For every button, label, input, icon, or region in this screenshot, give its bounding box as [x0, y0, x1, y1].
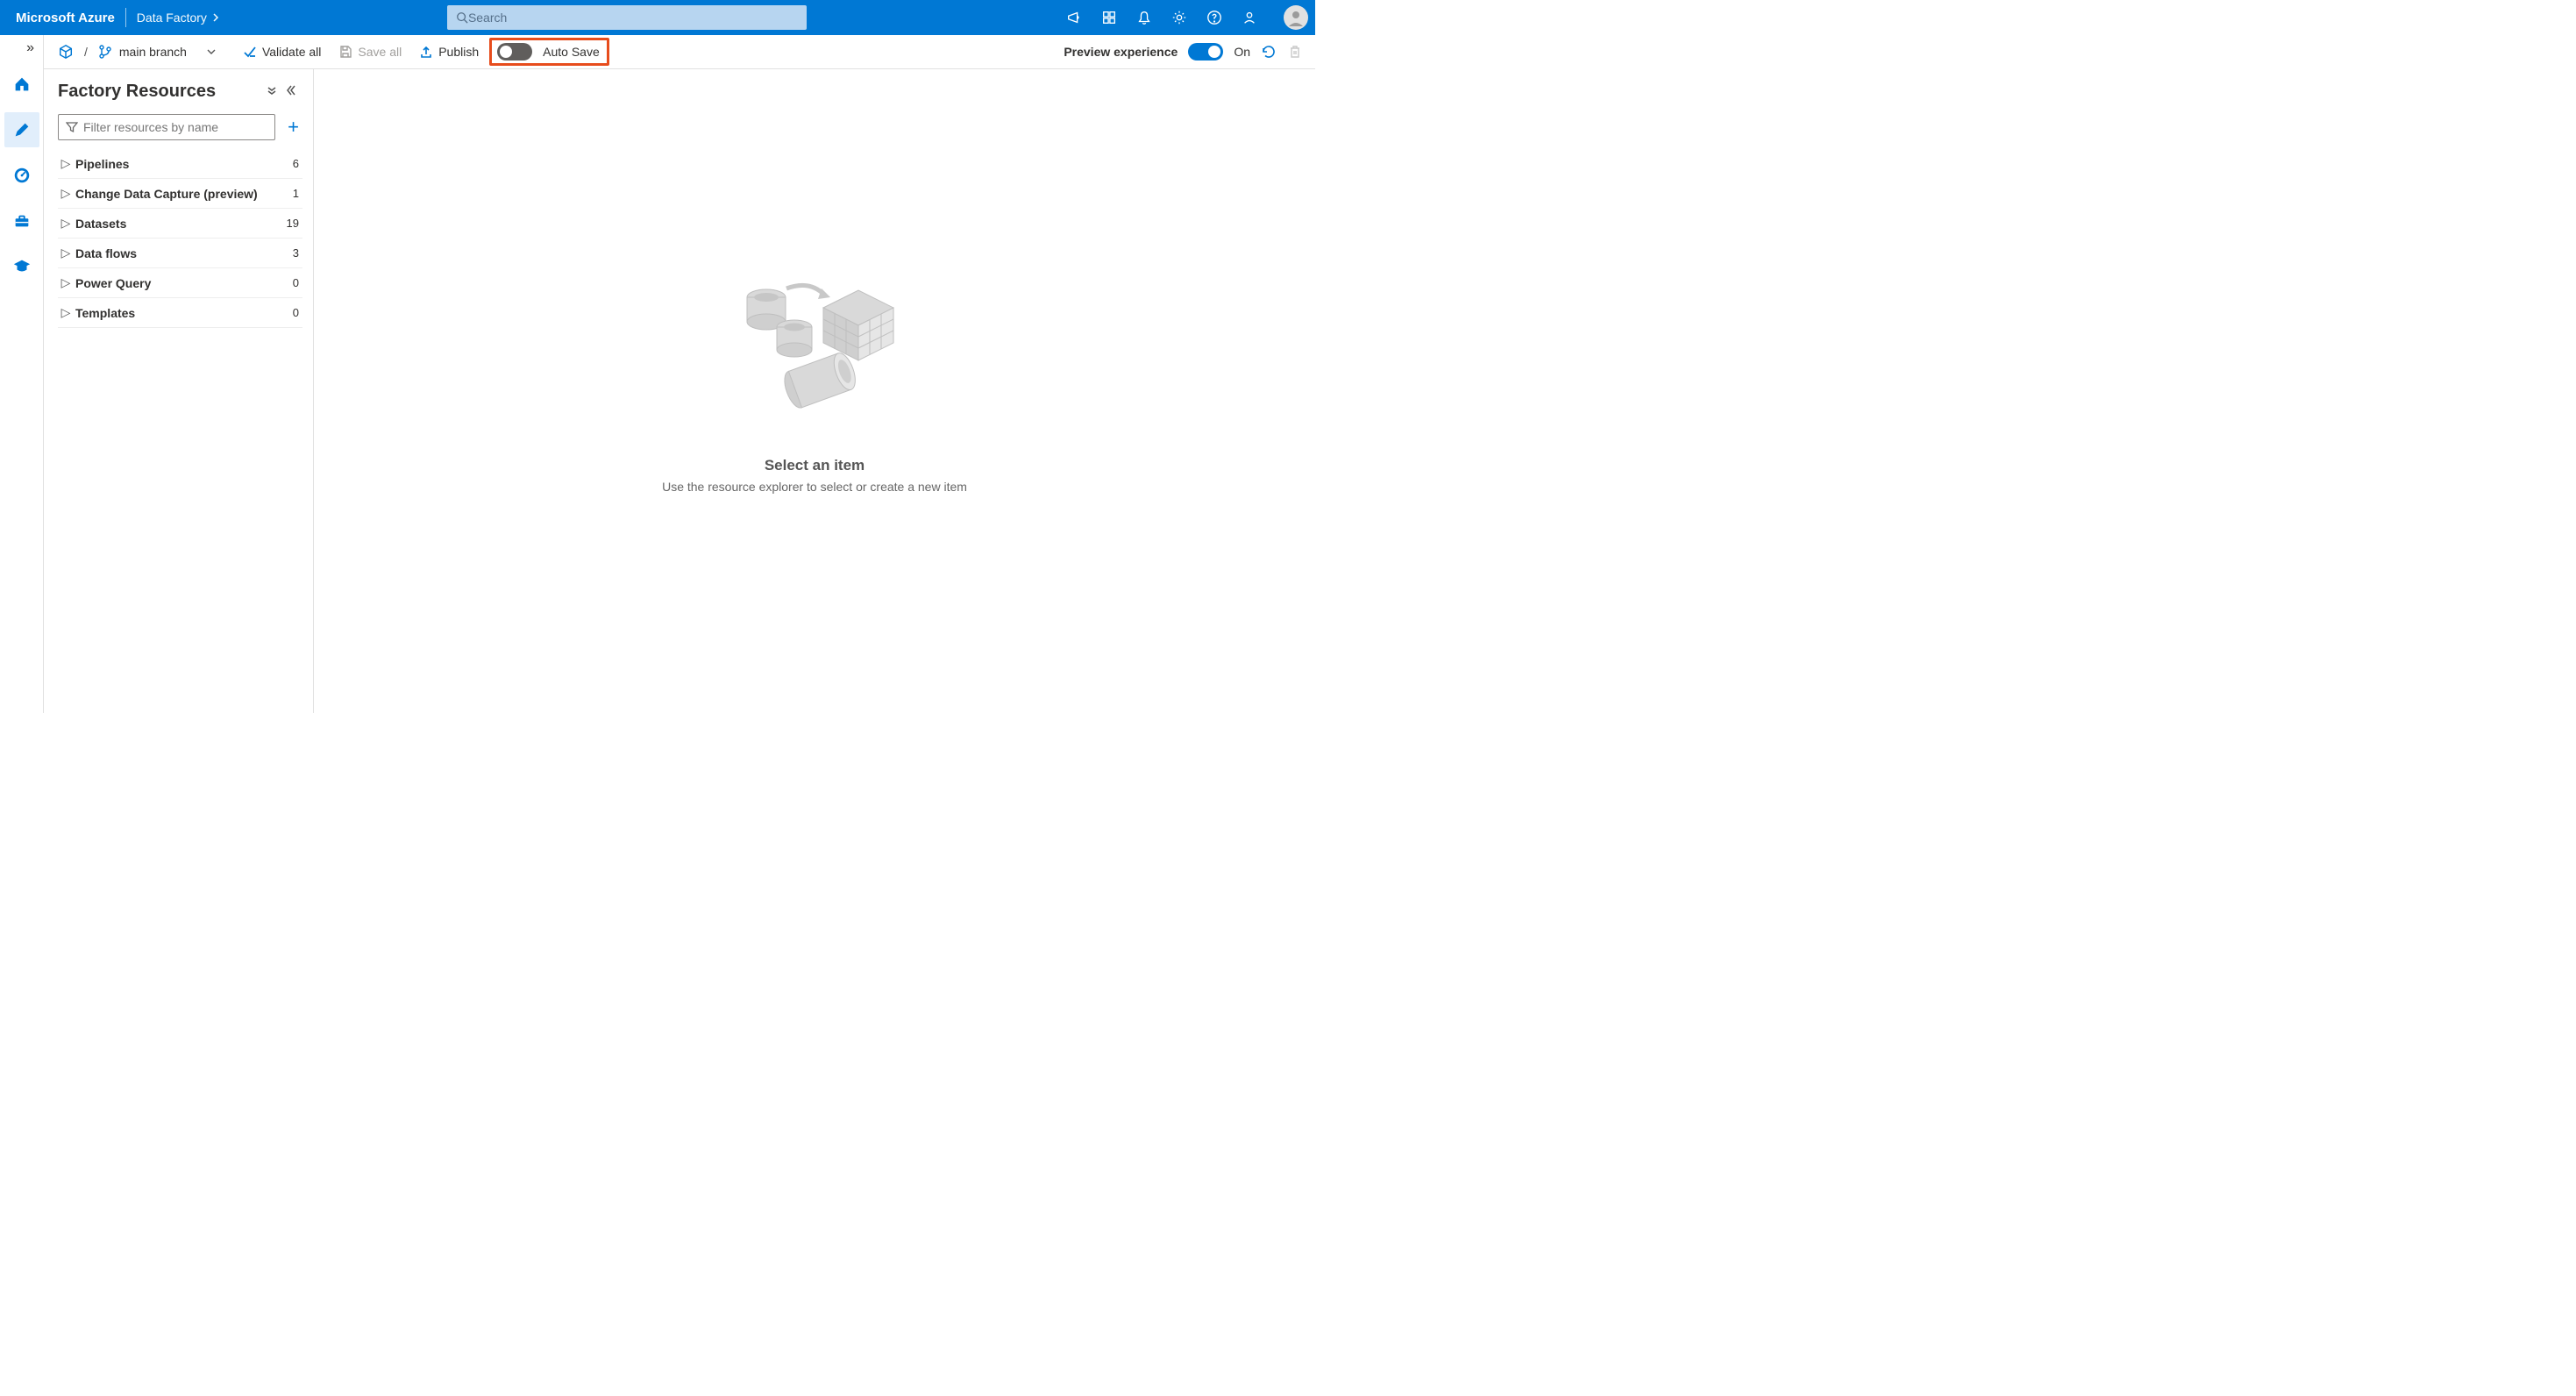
azure-top-bar: Microsoft Azure Data Factory — [0, 0, 1315, 35]
caret-right-icon: ▷ — [60, 156, 72, 171]
empty-state-subtitle: Use the resource explorer to select or c… — [662, 480, 967, 494]
header-actions — [1066, 5, 1308, 30]
autosave-highlight: Auto Save — [489, 38, 609, 66]
expand-rail-button[interactable]: » — [0, 40, 43, 56]
resources-list: ▷ Pipelines 6 ▷ Change Data Capture (pre… — [58, 149, 302, 328]
save-all-button: Save all — [331, 35, 409, 68]
empty-state-title: Select an item — [662, 457, 967, 474]
breadcrumb[interactable]: Data Factory — [137, 11, 219, 25]
nav-learn[interactable] — [4, 249, 39, 284]
resource-group-templates[interactable]: ▷ Templates 0 — [58, 298, 302, 328]
expand-all-button[interactable] — [266, 84, 281, 99]
left-nav-rail: » — [0, 35, 44, 713]
azure-brand[interactable]: Microsoft Azure — [16, 11, 115, 25]
nav-monitor[interactable] — [4, 158, 39, 193]
adf-toolbar: / main branch Validate all Save all Publ… — [0, 35, 1315, 69]
caret-right-icon: ▷ — [60, 305, 72, 320]
publish-button[interactable]: Publish — [412, 35, 486, 68]
account-icon[interactable] — [1242, 10, 1257, 25]
caret-right-icon: ▷ — [60, 246, 72, 260]
search-icon — [456, 11, 468, 24]
factory-icon — [58, 44, 74, 60]
validate-all-button[interactable]: Validate all — [236, 35, 328, 68]
caret-right-icon: ▷ — [60, 216, 72, 231]
branch-selector[interactable]: main branch — [91, 35, 224, 68]
preview-experience-state: On — [1234, 45, 1250, 59]
delete-button — [1287, 44, 1303, 60]
add-resource-button[interactable]: + — [284, 118, 302, 137]
save-icon — [338, 45, 352, 59]
divider — [125, 8, 126, 27]
resource-group-pipelines[interactable]: ▷ Pipelines 6 — [58, 149, 302, 179]
help-icon[interactable] — [1206, 10, 1222, 25]
slash-sep: / — [84, 45, 88, 59]
filter-icon — [66, 121, 78, 133]
validate-label: Validate all — [262, 45, 321, 59]
preview-experience-toggle[interactable] — [1188, 43, 1223, 61]
gauge-icon — [12, 166, 32, 185]
global-search[interactable] — [447, 5, 807, 30]
panel-title: Factory Resources — [58, 82, 260, 102]
resource-group-dataflows[interactable]: ▷ Data flows 3 — [58, 239, 302, 268]
factory-resources-panel: Factory Resources + ▷ Pipelines 6 ▷ Chan… — [44, 69, 314, 713]
branch-icon — [98, 45, 112, 59]
filter-input[interactable] — [83, 120, 267, 134]
graduation-icon — [12, 257, 32, 276]
checkmark-icon — [243, 45, 257, 59]
filter-resources[interactable] — [58, 114, 275, 140]
empty-state-illustration — [727, 271, 902, 446]
global-search-input[interactable] — [468, 11, 798, 25]
announcement-icon[interactable] — [1066, 10, 1082, 25]
settings-icon[interactable] — [1171, 10, 1187, 25]
publish-icon — [419, 45, 433, 59]
resource-group-cdc[interactable]: ▷ Change Data Capture (preview) 1 — [58, 179, 302, 209]
datafactory-chip-icon[interactable] — [51, 35, 81, 68]
collapse-panel-button[interactable] — [287, 84, 302, 99]
branch-name: main branch — [119, 45, 187, 59]
save-all-label: Save all — [358, 45, 402, 59]
nav-manage[interactable] — [4, 203, 39, 239]
resource-group-datasets[interactable]: ▷ Datasets 19 — [58, 209, 302, 239]
empty-state: Select an item Use the resource explorer… — [662, 271, 967, 494]
feedback-icon[interactable] — [1101, 10, 1117, 25]
notifications-icon[interactable] — [1136, 10, 1152, 25]
toolbar-right: Preview experience On — [1064, 43, 1315, 61]
caret-right-icon: ▷ — [60, 186, 72, 201]
chevron-down-icon — [206, 46, 217, 57]
home-icon — [12, 75, 32, 94]
autosave-toggle[interactable] — [497, 43, 532, 61]
toolbox-icon — [12, 211, 32, 231]
publish-label: Publish — [438, 45, 479, 59]
nav-author[interactable] — [4, 112, 39, 147]
user-avatar[interactable] — [1284, 5, 1308, 30]
autosave-label: Auto Save — [543, 45, 600, 59]
main-canvas: Select an item Use the resource explorer… — [314, 69, 1315, 713]
preview-experience-label: Preview experience — [1064, 45, 1178, 59]
nav-home[interactable] — [4, 67, 39, 102]
refresh-button[interactable] — [1261, 44, 1277, 60]
pencil-icon — [12, 120, 32, 139]
resource-group-powerquery[interactable]: ▷ Power Query 0 — [58, 268, 302, 298]
caret-right-icon: ▷ — [60, 275, 72, 290]
chevron-right-icon — [212, 11, 219, 25]
breadcrumb-label: Data Factory — [137, 11, 207, 25]
